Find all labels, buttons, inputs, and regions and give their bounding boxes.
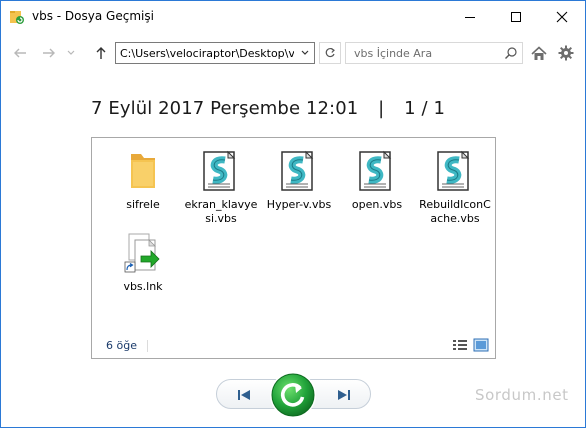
restore-icon bbox=[270, 372, 316, 418]
window-title: vbs - Dosya Geçmişi bbox=[32, 9, 154, 23]
file-history-window: vbs - Dosya Geçmişi C:\Users\velocirapto… bbox=[0, 0, 586, 428]
chevron-down-icon bbox=[67, 50, 75, 55]
watermark-text: Sordum.net bbox=[475, 386, 569, 404]
refresh-button[interactable] bbox=[319, 42, 341, 64]
vbs-script-icon bbox=[197, 148, 245, 196]
search-icon[interactable] bbox=[504, 46, 518, 60]
file-item-ekran-klavyesi[interactable]: ekran_klavyesi.vbs bbox=[182, 148, 260, 226]
file-item-vbs-lnk[interactable]: vbs.lnk bbox=[104, 230, 182, 294]
file-name: Hyper-v.vbs bbox=[266, 198, 332, 211]
vbs-script-icon bbox=[353, 148, 401, 196]
home-icon bbox=[531, 45, 547, 60]
settings-button[interactable] bbox=[556, 43, 576, 63]
up-button[interactable] bbox=[91, 43, 111, 63]
close-button[interactable] bbox=[539, 1, 585, 32]
close-icon bbox=[556, 11, 568, 22]
skip-next-icon bbox=[338, 390, 350, 400]
item-count: 6 öğe bbox=[106, 339, 137, 352]
file-name: RebuildIconCache.vbs bbox=[419, 198, 491, 225]
navigation-bar: C:\Users\velociraptor\Desktop\vbs vbs İç… bbox=[1, 35, 585, 71]
details-view-button[interactable] bbox=[452, 338, 468, 352]
home-button[interactable] bbox=[529, 43, 549, 63]
restore-button[interactable] bbox=[269, 371, 317, 419]
file-item-rebuildiconcache[interactable]: RebuildIconCache.vbs bbox=[416, 148, 494, 226]
address-dropdown-button[interactable] bbox=[296, 43, 314, 63]
skip-previous-icon bbox=[238, 390, 250, 400]
chevron-down-icon bbox=[301, 50, 309, 55]
file-name: open.vbs bbox=[351, 198, 403, 211]
header-separator: | bbox=[378, 98, 385, 119]
large-icons-view-button[interactable] bbox=[473, 338, 489, 352]
large-icons-view-icon bbox=[473, 338, 489, 352]
snapshot-header: 7 Eylül 2017 Perşembe 12:01 | 1 / 1 bbox=[91, 98, 445, 119]
file-history-app-icon bbox=[9, 9, 25, 25]
maximize-button[interactable] bbox=[493, 1, 539, 32]
status-divider bbox=[147, 340, 148, 352]
minimize-button[interactable] bbox=[447, 1, 493, 32]
snapshot-date: 7 Eylül 2017 Perşembe 12:01 bbox=[91, 98, 359, 119]
address-bar[interactable]: C:\Users\velociraptor\Desktop\vbs bbox=[115, 42, 315, 64]
next-version-button[interactable] bbox=[333, 388, 355, 402]
title-bar: vbs - Dosya Geçmişi bbox=[1, 1, 585, 32]
file-name: sifrele bbox=[126, 198, 160, 211]
details-view-icon bbox=[453, 340, 467, 350]
file-item-hyper-v[interactable]: Hyper-v.vbs bbox=[260, 148, 338, 212]
previous-version-button[interactable] bbox=[233, 388, 255, 402]
vbs-script-icon bbox=[275, 148, 323, 196]
file-name: vbs.lnk bbox=[123, 280, 163, 293]
file-item-open[interactable]: open.vbs bbox=[338, 148, 416, 212]
shortcut-icon bbox=[119, 230, 167, 278]
forward-arrow-icon bbox=[43, 48, 55, 58]
search-box[interactable]: vbs İçinde Ara bbox=[345, 42, 523, 64]
refresh-icon bbox=[325, 47, 335, 58]
recent-locations-button[interactable] bbox=[61, 43, 81, 63]
folder-icon bbox=[119, 148, 167, 196]
minimize-icon bbox=[465, 16, 475, 18]
page-indicator: 1 / 1 bbox=[404, 98, 446, 119]
up-arrow-icon bbox=[96, 47, 106, 59]
back-button[interactable] bbox=[10, 43, 30, 63]
search-input[interactable]: vbs İçinde Ara bbox=[354, 47, 432, 60]
file-name: ekran_klavyesi.vbs bbox=[184, 198, 258, 225]
address-path[interactable]: C:\Users\velociraptor\Desktop\vbs bbox=[120, 47, 294, 61]
vbs-script-icon bbox=[431, 148, 479, 196]
file-item-sifrele[interactable]: sifrele bbox=[104, 148, 182, 212]
gear-icon bbox=[558, 45, 574, 61]
maximize-icon bbox=[511, 11, 521, 22]
forward-button[interactable] bbox=[39, 43, 59, 63]
back-arrow-icon bbox=[14, 48, 26, 58]
snapshot-files-panel: sifrele ekran_klavyesi.vbs Hyper-v.vbs o… bbox=[91, 137, 496, 359]
